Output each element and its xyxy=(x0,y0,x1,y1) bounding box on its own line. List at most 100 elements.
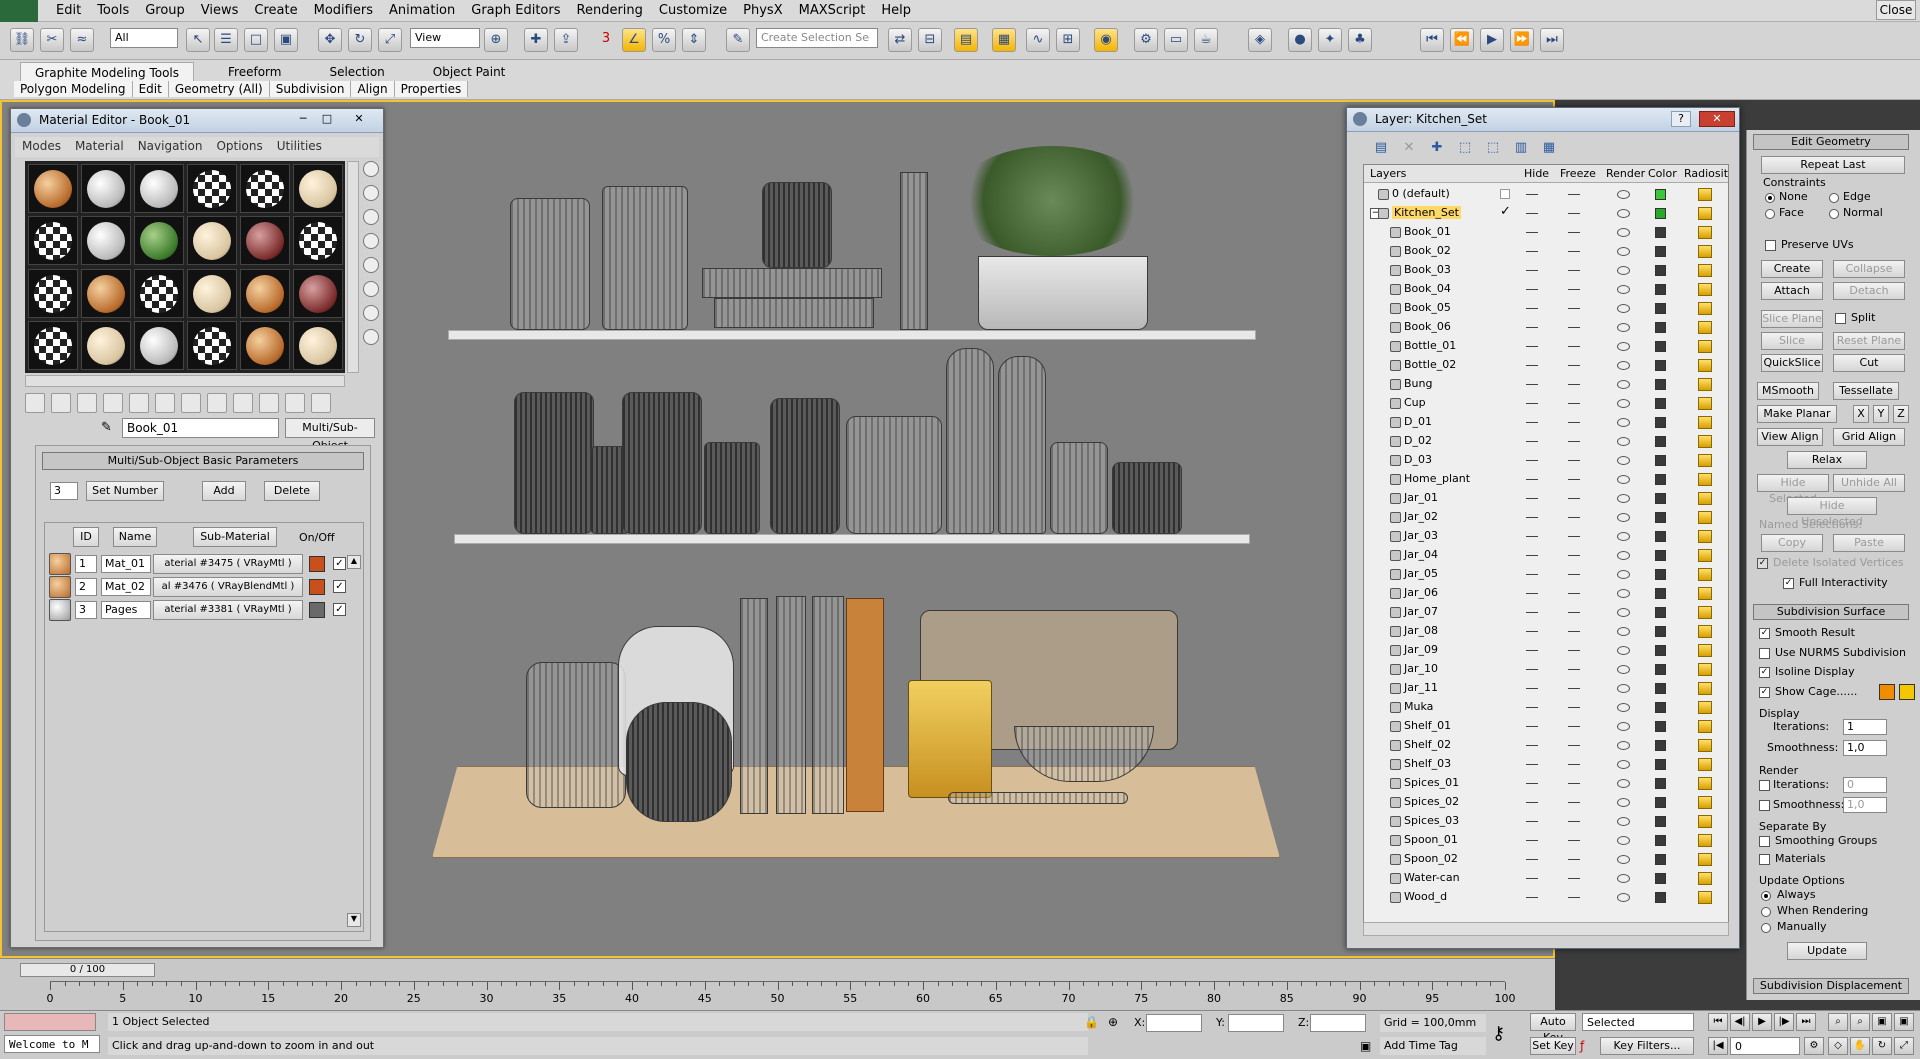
sample-slot[interactable] xyxy=(134,216,184,266)
layer-name[interactable]: Book_02 xyxy=(1404,244,1451,257)
rollout-header[interactable]: Multi/Sub-Object Basic Parameters xyxy=(42,452,364,470)
freeze-toggle[interactable] xyxy=(1568,574,1580,575)
delete-layer-icon[interactable]: ✕ xyxy=(1399,138,1419,158)
render-toggle-icon[interactable] xyxy=(1617,741,1630,750)
muka-bag-object[interactable] xyxy=(908,680,992,798)
hide-toggle[interactable] xyxy=(1526,707,1538,708)
freeze-toggle[interactable] xyxy=(1568,251,1580,252)
hide-toggle[interactable] xyxy=(1526,517,1538,518)
hide-toggle[interactable] xyxy=(1526,498,1538,499)
sample-slot[interactable] xyxy=(81,164,131,213)
layer-row[interactable]: Shelf_02 xyxy=(1364,736,1728,755)
layer-color-swatch[interactable] xyxy=(1655,474,1666,485)
layer-color-swatch[interactable] xyxy=(1655,208,1666,219)
menu-item[interactable]: Help xyxy=(873,0,919,22)
curve-editor-icon[interactable]: ∿ xyxy=(1026,28,1050,52)
layer-name[interactable]: Spoon_02 xyxy=(1404,852,1458,865)
sample-slot[interactable] xyxy=(293,164,343,213)
get-material-icon[interactable] xyxy=(25,393,45,413)
book-object[interactable] xyxy=(702,268,882,298)
freeze-toggle[interactable] xyxy=(1568,555,1580,556)
collapse-button[interactable]: Collapse xyxy=(1833,260,1905,278)
radiosity-toggle-icon[interactable] xyxy=(1698,891,1712,904)
radiosity-toggle-icon[interactable] xyxy=(1698,226,1712,239)
smoothness-field[interactable]: 1,0 xyxy=(1843,740,1887,756)
radiosity-toggle-icon[interactable] xyxy=(1698,245,1712,258)
jar-object[interactable] xyxy=(622,392,702,534)
radiosity-toggle-icon[interactable] xyxy=(1698,530,1712,543)
paste-button[interactable]: Paste xyxy=(1833,534,1905,552)
options-icon[interactable] xyxy=(363,305,379,321)
layer-name[interactable]: Bottle_01 xyxy=(1404,339,1456,352)
ribbon-subtab[interactable]: Align xyxy=(351,81,395,97)
layer-row[interactable]: Water-can xyxy=(1364,869,1728,888)
menu-item[interactable]: MAXScript xyxy=(791,0,874,22)
render-toggle-icon[interactable] xyxy=(1617,513,1630,522)
render-toggle-icon[interactable] xyxy=(1617,285,1630,294)
radiosity-toggle-icon[interactable] xyxy=(1698,188,1712,201)
hide-toggle[interactable] xyxy=(1526,289,1538,290)
radiosity-toggle-icon[interactable] xyxy=(1698,568,1712,581)
radiosity-toggle-icon[interactable] xyxy=(1698,587,1712,600)
freeze-toggle[interactable] xyxy=(1568,631,1580,632)
render-toggle-icon[interactable] xyxy=(1617,817,1630,826)
select-object-icon[interactable]: ↖ xyxy=(186,28,210,52)
hide-toggle[interactable] xyxy=(1526,232,1538,233)
split-checkbox[interactable] xyxy=(1835,313,1846,324)
material-id-icon[interactable] xyxy=(181,393,201,413)
render-toggle-icon[interactable] xyxy=(1617,342,1630,351)
sample-slot[interactable] xyxy=(187,320,237,370)
layer-color-swatch[interactable] xyxy=(1655,873,1666,884)
cut-button[interactable]: Cut xyxy=(1833,354,1905,372)
layer-color-swatch[interactable] xyxy=(1655,227,1666,238)
hide-toggle[interactable] xyxy=(1526,897,1538,898)
view-align-button[interactable]: View Align xyxy=(1757,428,1823,446)
layer-name[interactable]: Book_05 xyxy=(1404,301,1451,314)
freeze-toggle[interactable] xyxy=(1568,593,1580,594)
jar-object[interactable] xyxy=(762,182,832,268)
radiosity-toggle-icon[interactable] xyxy=(1698,511,1712,524)
sub-material-name[interactable]: Mat_02 xyxy=(101,578,151,596)
layer-name[interactable]: D_01 xyxy=(1404,415,1432,428)
render-toggle-icon[interactable] xyxy=(1617,760,1630,769)
freeze-toggle[interactable] xyxy=(1568,194,1580,195)
zoom-all-icon[interactable]: ⌕ xyxy=(1850,1013,1870,1031)
layer-manager-titlebar[interactable]: Layer: Kitchen_Set ? ✕ xyxy=(1347,108,1739,132)
freeze-toggle[interactable] xyxy=(1568,669,1580,670)
angle-snap-icon[interactable]: ∠ xyxy=(622,28,646,52)
hide-toggle[interactable] xyxy=(1526,650,1538,651)
key-icon[interactable]: ⚷ xyxy=(1492,1023,1505,1044)
render-toggle-icon[interactable] xyxy=(1617,456,1630,465)
render-teapot-icon[interactable]: ☕ xyxy=(1194,28,1218,52)
maxscript-listener[interactable]: Welcome to M xyxy=(4,1035,100,1053)
layer-name[interactable]: Spices_03 xyxy=(1404,814,1459,827)
render-toggle-icon[interactable] xyxy=(1617,380,1630,389)
layer-color-swatch[interactable] xyxy=(1655,569,1666,580)
sample-slot[interactable] xyxy=(240,216,290,266)
schematic-view-icon[interactable]: ⊞ xyxy=(1056,28,1080,52)
layer-color-swatch[interactable] xyxy=(1655,379,1666,390)
layer-row[interactable]: Spoon_01 xyxy=(1364,831,1728,850)
render-toggle-icon[interactable] xyxy=(1617,570,1630,579)
radiosity-toggle-icon[interactable] xyxy=(1698,378,1712,391)
freeze-toggle[interactable] xyxy=(1568,403,1580,404)
spinner-snap-icon[interactable]: ⇕ xyxy=(682,28,706,52)
layer-name[interactable]: Jar_09 xyxy=(1404,643,1438,656)
subdivision-displacement-rollout[interactable]: Subdivision Displacement xyxy=(1753,978,1909,994)
maximize-icon[interactable]: □ xyxy=(317,112,337,128)
cage-color-swatch[interactable] xyxy=(1879,684,1895,700)
ribbon-tab[interactable]: Freeform xyxy=(214,62,295,83)
scroll-down-icon[interactable]: ▼ xyxy=(347,913,361,927)
layer-name[interactable]: Shelf_03 xyxy=(1404,757,1451,770)
hide-toggle[interactable] xyxy=(1526,346,1538,347)
render-toggle-icon[interactable] xyxy=(1617,779,1630,788)
freeze-toggle[interactable] xyxy=(1568,764,1580,765)
layer-color-swatch[interactable] xyxy=(1655,265,1666,276)
window-crossing-icon[interactable]: ▣ xyxy=(274,28,298,52)
field-of-view-icon[interactable]: ◇ xyxy=(1828,1037,1848,1055)
sample-slot[interactable] xyxy=(187,164,237,213)
create-button[interactable]: Create xyxy=(1761,260,1823,278)
close-icon[interactable]: ✕ xyxy=(1699,111,1735,127)
freeze-toggle[interactable] xyxy=(1568,859,1580,860)
layer-row[interactable]: Bung xyxy=(1364,375,1728,394)
